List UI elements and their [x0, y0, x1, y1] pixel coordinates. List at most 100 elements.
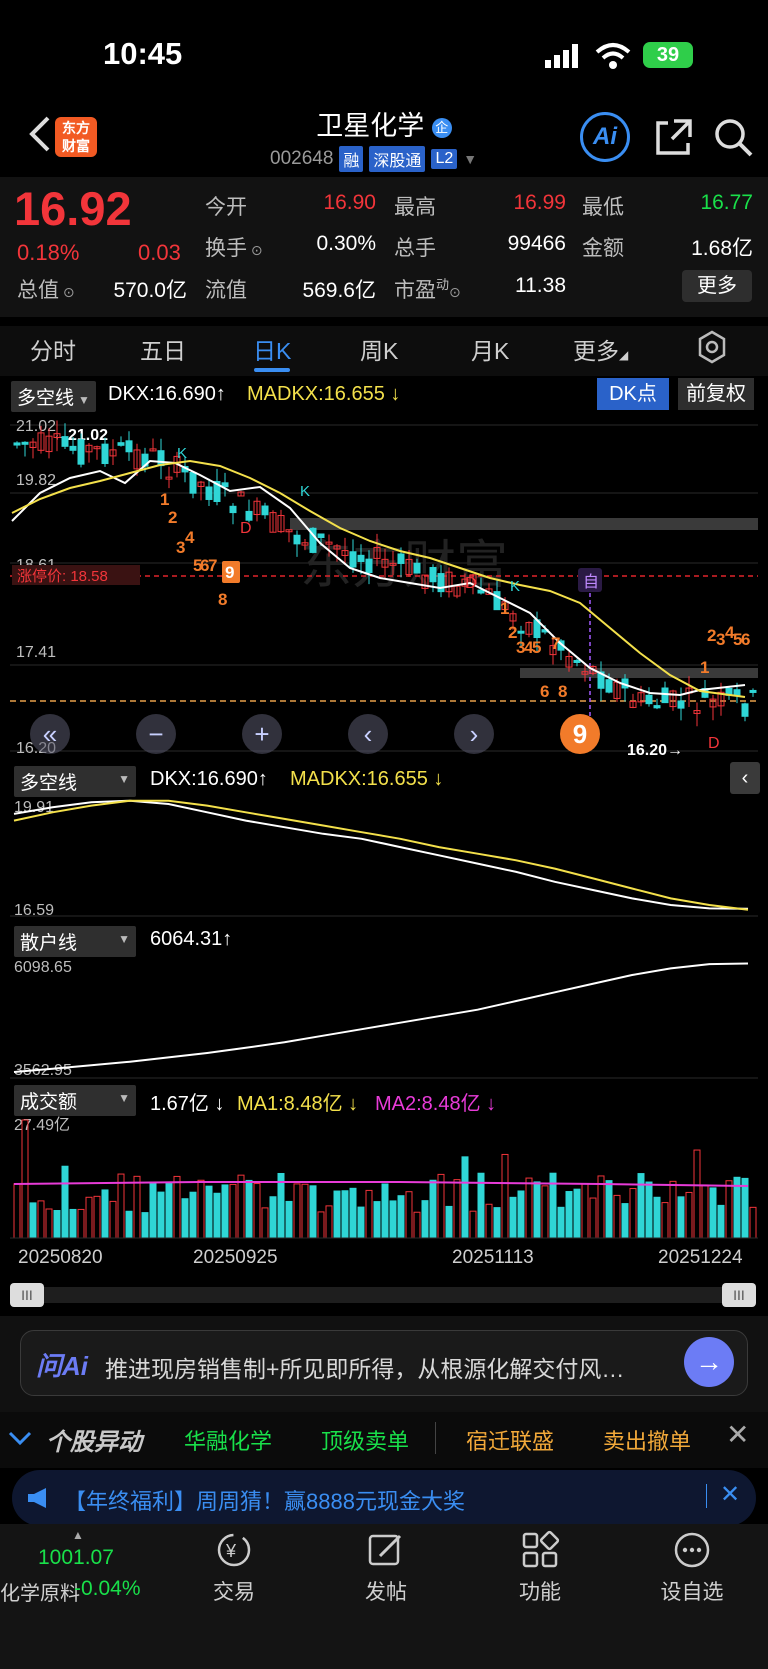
ticker-item[interactable]: 宿迁联盛	[466, 1424, 554, 1456]
candle-body	[77, 439, 85, 465]
ticker-item[interactable]: 卖出撤单	[603, 1424, 691, 1456]
divider	[706, 1484, 707, 1508]
rewind-icon[interactable]: «	[30, 714, 70, 754]
dkx-value: DKX:16.690↑	[108, 383, 226, 405]
volume-bar	[61, 1165, 69, 1239]
sub1-dkx-line	[13, 799, 749, 910]
volume-bar	[181, 1198, 189, 1239]
ticker-item[interactable]: 华融化学	[184, 1424, 272, 1456]
dk-point-button[interactable]: DK点	[597, 378, 669, 410]
volume-bar	[221, 1184, 229, 1239]
index-name[interactable]: 化学原料	[0, 1577, 80, 1606]
nav-custom-watchlist[interactable]: 设自选	[642, 1576, 742, 1606]
change-amount: 0.03	[138, 240, 181, 265]
close-icon[interactable]: ✕	[720, 1480, 740, 1509]
more-dots-icon[interactable]	[672, 1530, 712, 1570]
limit-up-label: 涨停价: 18.58	[17, 568, 108, 585]
volume-bar	[437, 1173, 445, 1239]
candle-body	[101, 443, 109, 465]
promo-text[interactable]: 【年终福利】周周猜！赢8888元现金大奖	[64, 1484, 465, 1516]
volume-bar	[653, 1196, 661, 1239]
index-change[interactable]: -0.04%	[74, 1577, 141, 1601]
volume-bar	[661, 1202, 669, 1239]
index-value[interactable]: 1001.07	[38, 1546, 114, 1570]
candle-body	[205, 486, 213, 500]
level2-tag: L2	[431, 149, 458, 169]
enterprise-badge-icon: 企	[431, 117, 452, 138]
volume-bar	[309, 1185, 317, 1239]
main-indicator-select[interactable]: 多空线 ▼	[11, 381, 96, 412]
ticker-item[interactable]: 顶级卖单	[321, 1424, 409, 1456]
volume-bar	[525, 1177, 533, 1239]
arrow-right-icon[interactable]: →	[684, 1337, 734, 1387]
nine-turn-marker: 9	[560, 714, 600, 754]
min-marker: 16.20→	[627, 742, 683, 759]
kline-chart[interactable]: 东方财富 21.02 19.82 18.61 17.41 16.20 ←21.0…	[0, 413, 768, 761]
forward-adjust-button[interactable]: 前复权	[678, 378, 754, 410]
volume-bar	[133, 1175, 141, 1239]
volume-bar	[589, 1197, 597, 1239]
ai-hint-text[interactable]: 推进现房销售制+所见即所得，从根源化解交付风…	[105, 1350, 665, 1384]
svg-text:2: 2	[168, 508, 177, 527]
candle-body	[317, 533, 325, 539]
volume-bar	[693, 1149, 701, 1239]
volume-bar	[565, 1191, 573, 1239]
zoom-in-button[interactable]: +	[242, 714, 282, 754]
range-handle-right[interactable]: III	[722, 1283, 756, 1307]
volume-bar	[21, 1119, 29, 1239]
share-icon[interactable]	[654, 117, 694, 157]
volume-bar	[325, 1205, 333, 1239]
collapse-icon[interactable]: ‹	[730, 762, 760, 794]
prev-icon[interactable]: ‹	[348, 714, 388, 754]
search-icon[interactable]	[712, 116, 754, 158]
volume-bar	[597, 1175, 605, 1239]
volume-bar	[645, 1181, 653, 1239]
range-handle-left[interactable]: III	[10, 1283, 44, 1307]
volume-bar	[533, 1181, 541, 1239]
trade-icon[interactable]: ¥	[214, 1530, 254, 1570]
volume-bar	[253, 1183, 261, 1239]
tab-weekly-k[interactable]: 周K	[360, 332, 398, 366]
tab-intraday[interactable]: 分时	[30, 332, 76, 366]
nav-trade[interactable]: 交易	[184, 1576, 284, 1606]
zoom-out-button[interactable]: −	[136, 714, 176, 754]
candle-body	[125, 440, 133, 453]
candle-body	[437, 573, 445, 593]
tab-five-day[interactable]: 五日	[140, 332, 186, 366]
chevron-down-icon[interactable]	[8, 1428, 32, 1448]
nav-post[interactable]: 发帖	[336, 1576, 436, 1606]
next-icon[interactable]: ›	[454, 714, 494, 754]
volume-bar	[621, 1203, 629, 1239]
sub1-indicator-select[interactable]: 多空线 ▼	[14, 766, 136, 797]
svg-text:D: D	[708, 735, 720, 752]
tab-daily-k[interactable]: 日K	[253, 332, 291, 366]
last-price: 16.92	[14, 182, 132, 235]
close-icon[interactable]: ✕	[726, 1418, 749, 1451]
volume-bar	[629, 1188, 637, 1239]
more-button[interactable]: 更多	[682, 270, 752, 302]
candle-body	[349, 551, 357, 568]
stock-code: 002648	[270, 148, 334, 169]
sub2-indicator-select[interactable]: 散户线 ▼	[14, 926, 136, 957]
volume-bar	[341, 1190, 349, 1239]
volume-bar	[725, 1180, 733, 1239]
candle-body	[517, 630, 525, 634]
ai-icon[interactable]: Ai	[580, 112, 630, 162]
apps-icon[interactable]	[520, 1530, 560, 1570]
volume-bar	[317, 1211, 325, 1239]
volume-value: 99466	[507, 232, 566, 255]
settings-icon[interactable]	[695, 330, 729, 364]
nav-functions[interactable]: 功能	[490, 1576, 590, 1606]
candle-body	[605, 679, 613, 693]
tab-more[interactable]: 更多◢	[573, 332, 628, 366]
volume-bar	[493, 1207, 501, 1239]
ai-logo: 问Ai	[36, 1351, 89, 1381]
tab-monthly-k[interactable]: 月K	[471, 332, 509, 366]
post-icon[interactable]	[366, 1530, 406, 1570]
candle-body	[245, 510, 253, 521]
volume-chart: 27.49亿	[10, 1116, 758, 1239]
candle-body	[157, 450, 165, 467]
chip-band	[290, 518, 758, 530]
volume-bar	[445, 1205, 453, 1239]
volume-bar	[389, 1200, 397, 1239]
